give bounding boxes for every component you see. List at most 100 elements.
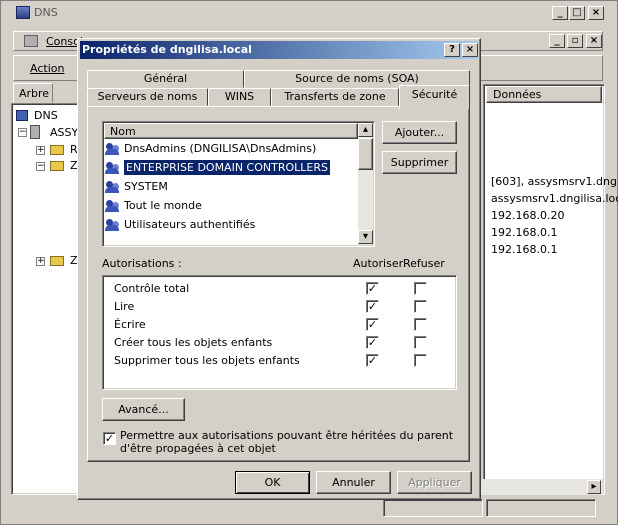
tab-name-servers-label: Serveurs de noms — [97, 90, 198, 103]
tab-wins-label: WINS — [224, 90, 255, 103]
data-column-label: Données — [493, 88, 542, 101]
tree-tab[interactable]: Arbre — [13, 83, 53, 103]
advanced-button[interactable]: Avancé... — [102, 398, 185, 421]
dns-root-icon — [16, 110, 28, 121]
tree-tab-label: Arbre — [19, 87, 50, 100]
deny-checkbox[interactable] — [414, 282, 427, 295]
scroll-up-button[interactable]: ▴ — [358, 123, 373, 137]
permission-name: Supprimer tous les objets enfants — [114, 354, 300, 367]
user-group-icon — [105, 199, 121, 213]
tree-root[interactable]: DNS — [34, 109, 58, 122]
tab-zone-transfers[interactable]: Transferts de zone — [271, 88, 399, 106]
allow-checkbox[interactable]: ✓ — [366, 354, 379, 367]
close-button[interactable]: × — [588, 6, 604, 20]
folder-icon — [50, 161, 64, 171]
deny-checkbox[interactable] — [414, 336, 427, 349]
main-titlebar: DNS _ □ × — [4, 4, 612, 22]
allow-checkbox[interactable]: ✓ — [366, 318, 379, 331]
tab-zone-transfers-label: Transferts de zone — [284, 90, 386, 103]
help-button[interactable]: ? — [444, 43, 460, 57]
users-list-header[interactable]: Nom — [104, 123, 358, 139]
child-minimize-button[interactable]: _ — [549, 34, 565, 48]
tree-server[interactable]: ASSY — [50, 126, 78, 139]
tab-general-label: Général — [143, 72, 188, 85]
permission-name: Écrire — [114, 318, 146, 331]
security-tab-panel: Nom DnsAdmins (DNGILISA\DnsAdmins) ENTER… — [87, 106, 470, 462]
tree-pane[interactable]: DNS − ASSY + R − Z + Z — [11, 103, 81, 495]
user-group-icon — [105, 180, 121, 194]
permissions-label: Autorisations : — [102, 257, 182, 270]
main-window-title: DNS — [34, 6, 58, 19]
tab-security-label: Sécurité — [411, 88, 458, 101]
data-column-header[interactable]: Données — [486, 86, 602, 103]
user-name: SYSTEM — [124, 180, 168, 193]
user-row[interactable]: DnsAdmins (DNGILISA\DnsAdmins) — [105, 142, 357, 160]
dialog-title: Propriétés de dngilisa.local — [82, 43, 252, 56]
menu-action[interactable]: Action — [30, 62, 64, 75]
users-header-label: Nom — [110, 125, 136, 138]
permission-name: Contrôle total — [114, 282, 190, 295]
deny-checkbox[interactable] — [414, 300, 427, 313]
allow-checkbox[interactable]: ✓ — [366, 282, 379, 295]
inherit-checkbox[interactable]: ✓ — [103, 432, 116, 445]
user-name: ENTERPRISE DOMAIN CONTROLLERS — [124, 160, 330, 175]
deny-checkbox[interactable] — [414, 318, 427, 331]
user-group-icon — [105, 218, 121, 232]
dns-app-icon — [16, 6, 30, 19]
allow-checkbox[interactable]: ✓ — [366, 336, 379, 349]
folder-icon — [50, 145, 64, 155]
user-row[interactable]: Utilisateurs authentifiés — [105, 218, 357, 236]
tree-expand-2[interactable]: − — [36, 162, 45, 171]
user-name: DnsAdmins (DNGILISA\DnsAdmins) — [124, 142, 317, 155]
allow-header: Autoriser — [353, 257, 404, 270]
scroll-thumb[interactable] — [358, 138, 373, 170]
permission-name: Lire — [114, 300, 135, 313]
users-scrollbar[interactable]: ▴ ▾ — [358, 123, 373, 245]
tab-name-servers[interactable]: Serveurs de noms — [87, 88, 208, 106]
tree-expand-server[interactable]: − — [18, 128, 27, 137]
data-row: [603], assysmsrv1.dng — [491, 175, 617, 188]
user-name: Tout le monde — [124, 199, 202, 212]
tree-expand-3[interactable]: + — [36, 257, 45, 266]
maximize-button[interactable]: □ — [569, 6, 585, 20]
permission-name: Créer tous les objets enfants — [114, 336, 273, 349]
ok-button[interactable]: OK — [235, 471, 310, 494]
permissions-list[interactable]: Contrôle total ✓ Lire ✓ Écrire ✓ Créer t… — [102, 275, 457, 390]
scroll-right-button[interactable]: ▸ — [587, 480, 601, 494]
add-button[interactable]: Ajouter... — [382, 121, 457, 144]
child-restore-button[interactable]: ▫ — [567, 34, 583, 48]
scroll-down-button[interactable]: ▾ — [358, 230, 373, 244]
remove-button[interactable]: Supprimer — [382, 151, 457, 174]
dialog-titlebar: Propriétés de dngilisa.local ? × — [80, 41, 478, 59]
server-icon — [30, 125, 40, 139]
console-icon — [24, 35, 38, 47]
user-group-icon — [105, 161, 121, 175]
deny-checkbox[interactable] — [414, 354, 427, 367]
minimize-button[interactable]: _ — [552, 6, 568, 20]
user-row[interactable]: Tout le monde — [105, 199, 357, 217]
properties-dialog: Propriétés de dngilisa.local ? × Général… — [77, 38, 481, 500]
status-panel — [383, 499, 483, 517]
cancel-button[interactable]: Annuler — [316, 471, 391, 494]
tab-soa-label: Source de noms (SOA) — [295, 72, 419, 85]
detail-pane[interactable]: Données [603], assysmsrv1.dng assysmsrv1… — [483, 84, 618, 495]
status-bar — [11, 499, 607, 517]
inherit-text-line1: Permettre aux autorisations pouvant être… — [120, 429, 454, 442]
user-row-selected[interactable]: ENTERPRISE DOMAIN CONTROLLERS — [105, 160, 357, 179]
data-row: assysmsrv1.dngilisa.loc — [491, 192, 618, 205]
inherit-text-line2: d'être propagées à cet objet — [120, 442, 276, 455]
user-name: Utilisateurs authentifiés — [124, 218, 256, 231]
user-group-icon — [105, 142, 121, 156]
users-list[interactable]: Nom DnsAdmins (DNGILISA\DnsAdmins) ENTER… — [102, 121, 375, 247]
data-row: 192.168.0.1 — [491, 243, 558, 256]
tab-wins[interactable]: WINS — [208, 88, 271, 106]
tree-expand-1[interactable]: + — [36, 146, 45, 155]
child-close-button[interactable]: × — [586, 34, 602, 48]
dialog-close-button[interactable]: × — [462, 43, 478, 57]
status-panel — [486, 499, 596, 517]
tab-general[interactable]: Général — [87, 70, 244, 88]
tab-security[interactable]: Sécurité — [399, 85, 470, 109]
allow-checkbox[interactable]: ✓ — [366, 300, 379, 313]
user-row[interactable]: SYSTEM — [105, 180, 357, 198]
apply-button[interactable]: Appliquer — [397, 471, 472, 494]
